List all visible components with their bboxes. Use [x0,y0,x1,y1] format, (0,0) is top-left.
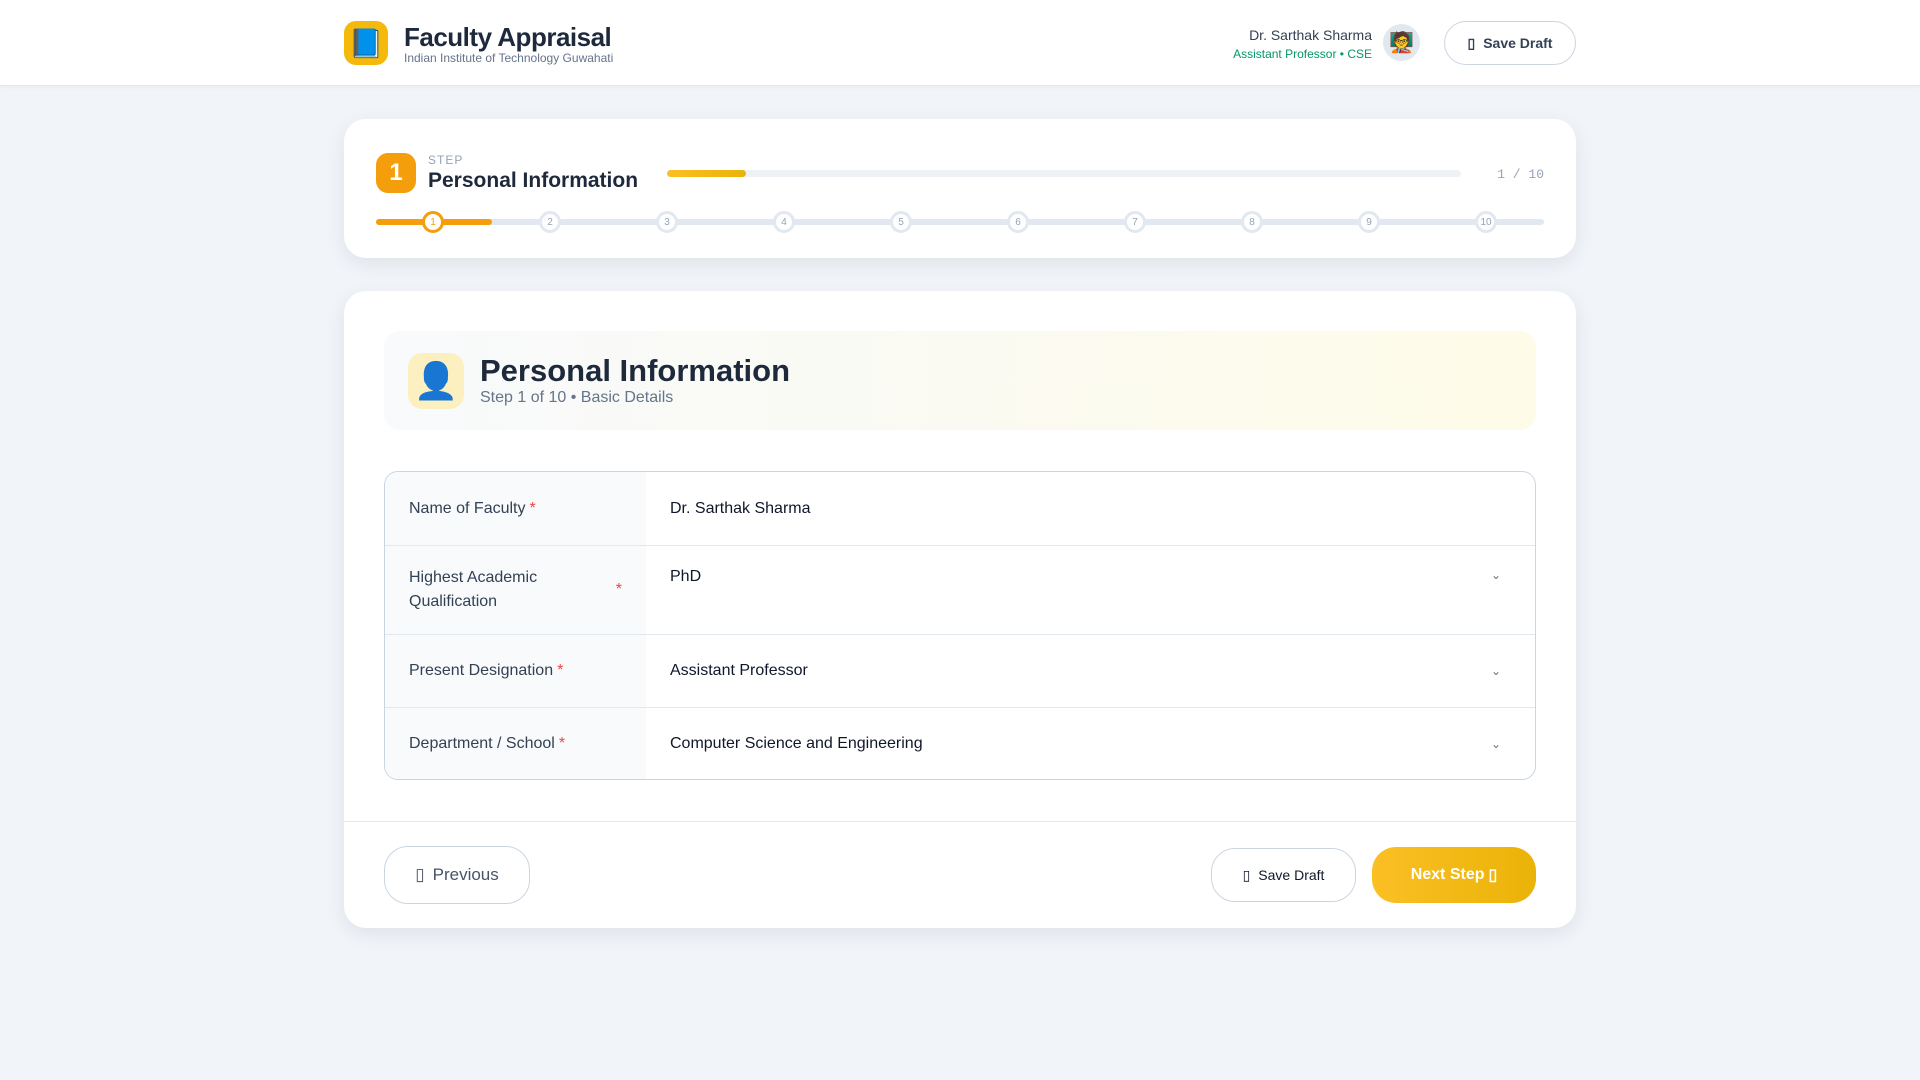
save-draft-button[interactable]: ▯ Save Draft [1211,848,1356,902]
step-dot-9[interactable]: 9 [1358,211,1380,233]
avatar[interactable]: 🧑‍🏫 [1383,24,1420,61]
field-label-text: Department / School [409,734,555,752]
required-mark: * [615,581,622,598]
step-title: Personal Information [428,169,639,192]
personal-info-form: Name of Faculty * Dr. Sarthak Sharma Highe… [384,471,1536,780]
stepper-card: 1 STEP Personal Information 1 / 10 1 2 3 4 5… [344,119,1576,258]
top-header: 📘 Faculty Appraisal Indian Institute of … [0,0,1920,86]
form-row: Name of Faculty * Dr. Sarthak Sharma [385,472,1535,545]
chevron-down-icon: ⌄ [1490,736,1501,751]
book-logo-icon: 📘 [344,21,388,65]
arrow-left-icon: ▯ [415,865,425,884]
footer-divider [344,821,1576,822]
chevron-down-icon: ⌄ [1490,664,1501,678]
required-mark: * [529,499,536,517]
save-icon: ▯ [1242,866,1251,883]
step-dot-10[interactable]: 10 [1475,211,1497,233]
save-draft-label: Save Draft [1483,35,1553,51]
next-step-button[interactable]: Next Step ▯ [1372,847,1536,903]
text-input[interactable]: Dr. Sarthak Sharma [646,472,1535,545]
step-track: 1 2 3 4 5 6 7 8 9 10 [376,211,1544,233]
step-dot-5[interactable]: 5 [890,211,912,233]
arrow-right-icon: ▯ [1488,867,1498,884]
form-row: Highest Academic Qualification * PhD ⌄ [385,545,1535,634]
section-header: 👤 Personal Information Step 1 of 10 • Ba… [384,331,1536,430]
form-card: 👤 Personal Information Step 1 of 10 • Ba… [344,291,1576,928]
app-title: Faculty Appraisal [404,22,612,52]
field-value: Assistant Professor [670,662,808,679]
select-field[interactable]: Computer Science and Engineering ⌄ [646,708,1535,779]
step-dot-3[interactable]: 3 [656,211,678,233]
step-dot-8[interactable]: 8 [1241,211,1263,233]
field-value: PhD [670,568,702,585]
user-name: Dr. Sarthak Sharma [1249,27,1372,43]
field-value: Dr. Sarthak Sharma [670,499,811,517]
field-label-text: Present Designation [409,662,554,679]
section-subtitle: Step 1 of 10 • Basic Details [480,389,674,406]
step-dot-1[interactable]: 1 [422,211,444,233]
step-dot-2[interactable]: 2 [539,211,561,233]
step-dot-4[interactable]: 4 [773,211,795,233]
header-save-draft-button[interactable]: ▯ Save Draft [1444,21,1576,65]
chevron-down-icon: ⌄ [1490,568,1501,582]
field-label-text: Name of Faculty [409,499,526,517]
institute-name: Indian Institute of Technology Guwahati [404,51,614,65]
save-icon: ▯ [1467,34,1476,51]
save-draft-label: Save Draft [1258,867,1325,883]
required-mark: * [557,662,564,679]
previous-button[interactable]: ▯ Previous [384,846,530,904]
step-label: STEP [428,153,464,167]
step-number-badge: 1 [376,153,416,193]
progress-fill [667,170,747,177]
field-label: Present Designation * [385,635,646,707]
step-dot-6[interactable]: 6 [1007,211,1029,233]
field-value: Computer Science and Engineering [670,734,923,752]
progress-bar [667,170,1461,177]
step-count: 1 / 10 [1497,167,1544,182]
section-title: Personal Information [480,353,791,388]
field-label-text: Highest Academic Qualification [409,569,538,610]
person-icon: 👤 [408,353,464,409]
select-field[interactable]: PhD ⌄ [646,546,1535,634]
required-mark: * [558,734,566,752]
step-dot-7[interactable]: 7 [1124,211,1146,233]
field-label: Highest Academic Qualification * [385,546,646,634]
field-label: Name of Faculty * [385,472,646,545]
user-role: Assistant Professor • CSE [1233,47,1372,61]
form-row: Department / School * Computer Science an… [385,707,1535,779]
select-field[interactable]: Assistant Professor ⌄ [646,635,1535,707]
next-label: Next Step [1410,866,1485,883]
field-label: Department / School * [385,708,646,779]
form-row: Present Designation * Assistant Professor… [385,634,1535,707]
previous-label: Previous [432,865,499,884]
